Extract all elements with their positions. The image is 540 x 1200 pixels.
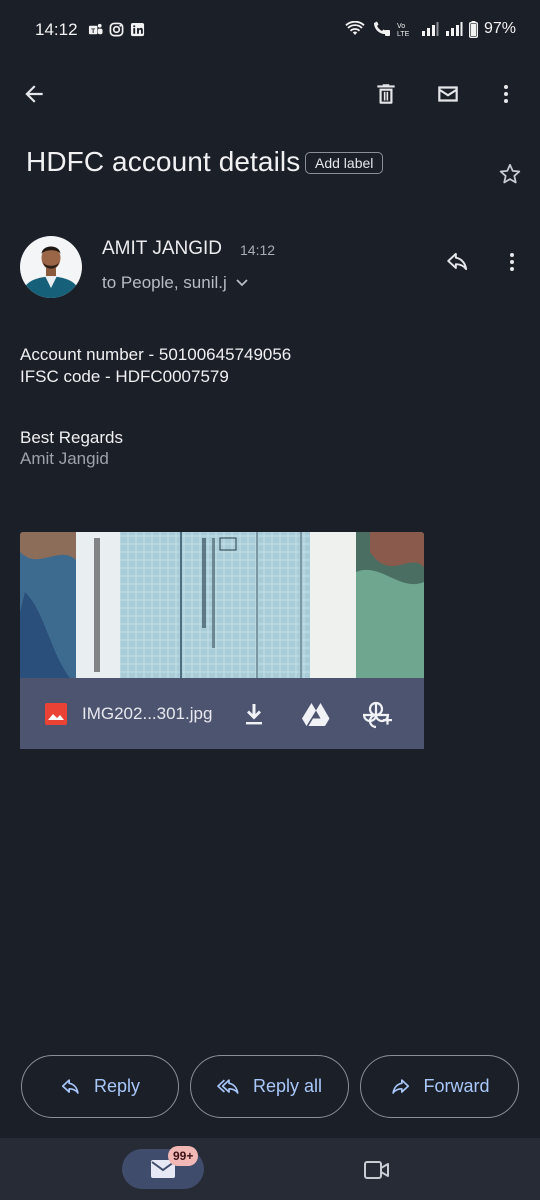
more-vert-icon — [510, 253, 514, 271]
download-icon — [246, 703, 263, 724]
avatar-photo — [20, 236, 82, 298]
svg-text:T: T — [91, 28, 95, 35]
wifi-icon — [345, 21, 365, 35]
wifi-call-icon — [373, 21, 390, 36]
status-system-icons: Vo LTE 97% — [345, 20, 516, 38]
signal-icon — [445, 22, 463, 36]
drive-icon — [302, 702, 330, 726]
add-to-photos-button[interactable] — [358, 694, 398, 734]
svg-text:Vo: Vo — [397, 23, 405, 30]
ifsc-line: IFSC code - HDFC0007579 — [20, 367, 229, 386]
forward-label: Forward — [423, 1076, 490, 1096]
more-options-button[interactable] — [486, 74, 526, 114]
reply-icon — [447, 252, 468, 271]
star-icon — [499, 163, 521, 184]
status-time: 14:12 — [35, 20, 78, 39]
battery-percent: 97% — [483, 20, 516, 37]
linkedin-icon — [130, 22, 145, 37]
unread-count-badge: 99+ — [168, 1146, 199, 1166]
battery-icon — [468, 20, 478, 38]
mark-unread-icon — [438, 86, 458, 102]
reply-label: Reply — [93, 1076, 141, 1096]
svg-text:LTE: LTE — [397, 31, 410, 37]
save-to-drive-button[interactable] — [296, 694, 336, 734]
reply-button[interactable]: Reply — [21, 1055, 179, 1118]
sender-name[interactable]: AMIT JANGID — [102, 238, 222, 260]
sent-time: 14:12 — [240, 242, 276, 258]
star-button[interactable] — [490, 154, 530, 194]
delete-button[interactable] — [366, 74, 406, 114]
reply-icon — [61, 1078, 79, 1094]
chevron-down-icon — [236, 279, 248, 287]
mark-unread-button[interactable] — [428, 74, 468, 114]
reply-all-icon — [217, 1078, 239, 1094]
signature-line: Amit Jangid — [20, 449, 109, 468]
recipients-text: to People, sunil.j — [102, 273, 227, 292]
attachment-preview-image — [20, 532, 424, 678]
add-label-button[interactable]: Add label — [305, 152, 384, 174]
nav-meet-tab[interactable] — [357, 1150, 397, 1190]
regards-line: Best Regards — [20, 428, 123, 447]
bottom-navigation — [0, 1138, 540, 1200]
delete-icon — [377, 84, 395, 104]
attachment-bar: IMG202...301.jpg — [20, 678, 424, 749]
status-notification-icons: T — [88, 22, 145, 37]
reply-icon-button[interactable] — [438, 242, 478, 282]
download-button[interactable] — [234, 694, 274, 734]
account-number-line: Account number - 50100645749056 — [20, 345, 292, 364]
arrow-back-icon — [25, 85, 43, 103]
attachment-filename[interactable]: IMG202...301.jpg — [82, 704, 212, 724]
image-file-icon — [45, 702, 67, 725]
email-subject: HDFC account details — [26, 146, 301, 177]
instagram-icon — [109, 22, 124, 37]
message-more-button[interactable] — [492, 242, 532, 282]
more-vert-icon — [504, 85, 508, 103]
meet-icon — [364, 1161, 389, 1179]
reply-all-button[interactable]: Reply all — [190, 1055, 349, 1118]
photos-add-icon — [363, 701, 393, 728]
volte-icon: VoLTE — [397, 23, 410, 37]
forward-button[interactable]: Forward — [360, 1055, 519, 1118]
signal-icon — [421, 22, 439, 36]
teams-icon: T — [88, 23, 103, 35]
reply-all-label: Reply all — [252, 1076, 323, 1096]
sender-avatar[interactable] — [20, 236, 82, 298]
recipients-toggle[interactable]: to People, sunil.j — [102, 273, 249, 293]
back-button[interactable] — [14, 74, 54, 114]
forward-icon — [392, 1078, 410, 1094]
